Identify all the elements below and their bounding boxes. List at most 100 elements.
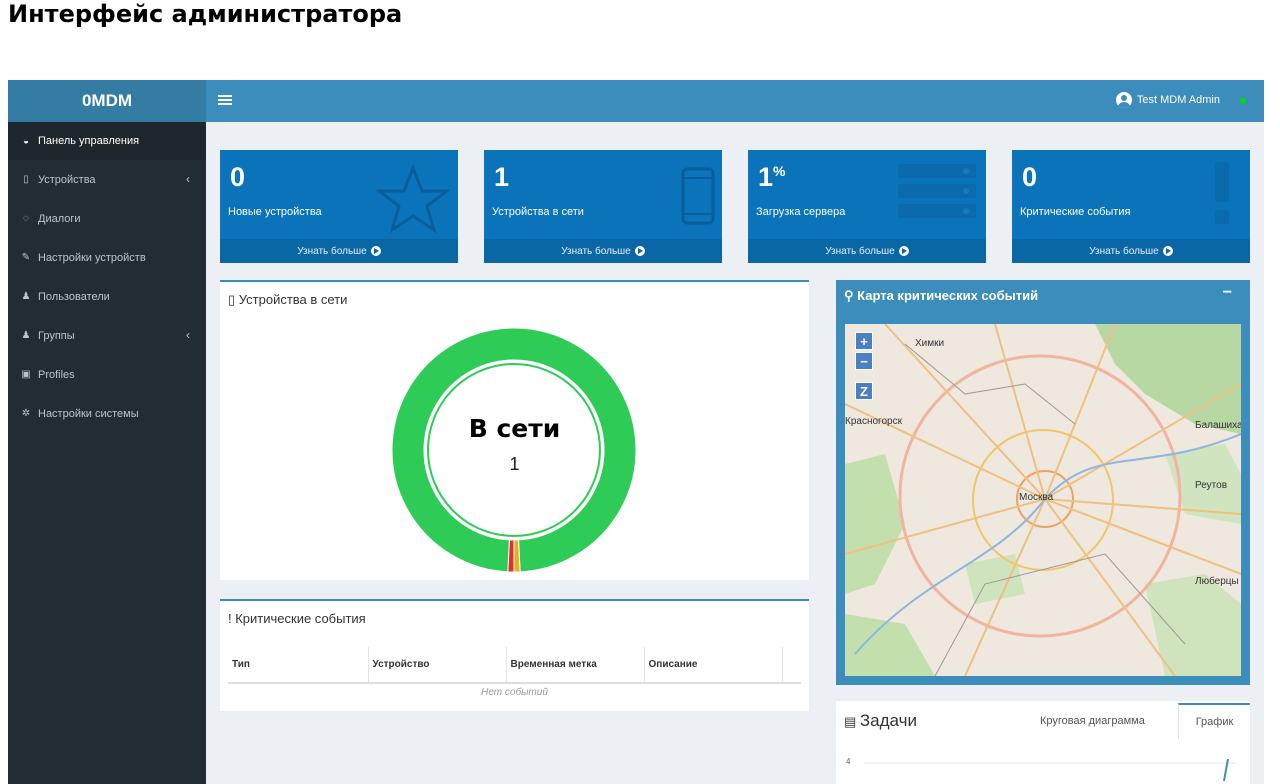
more-link-label: Узнать больше: [297, 245, 367, 257]
zoom-select-button[interactable]: Z: [855, 382, 873, 400]
more-link-label: Узнать больше: [1089, 245, 1159, 257]
sidebar-item-2[interactable]: ◌ Диалоги: [8, 199, 206, 238]
sidebar-item-7[interactable]: ✲ Настройки системы: [8, 394, 206, 433]
donut-center-label: В сети: [468, 414, 561, 443]
collapse-button[interactable]: −: [1223, 284, 1232, 302]
tasks-title: ▤ Задачи: [844, 711, 917, 731]
app-logo[interactable]: 0MDM: [8, 80, 206, 122]
sidebar-item-label: Profiles: [38, 368, 75, 381]
info-box-server-load: 1% Загрузка сервера Узнать больше: [748, 150, 986, 263]
dashboard-icon: ◒: [22, 135, 30, 147]
sidebar-item-label: Пользователи: [38, 290, 110, 303]
tab-pie-chart[interactable]: Круговая диаграмма: [1040, 715, 1145, 727]
server-icon: [898, 164, 976, 218]
user-circle-icon: [1115, 92, 1132, 108]
sidebar-item-4[interactable]: ♟ Пользователи: [8, 277, 206, 316]
map-label-moscow: Москва: [1019, 492, 1054, 503]
online-devices-label: Устройства в сети: [492, 206, 584, 218]
admin-app: 0MDM Test MDM Admin ◒ Панель управления ▯ У…: [8, 80, 1264, 784]
column-header-description[interactable]: Описание: [643, 647, 782, 684]
sidebar-item-label: Группы: [38, 329, 75, 342]
zoom-in-button[interactable]: +: [855, 332, 873, 350]
image-icon: ▣: [21, 369, 31, 380]
new-devices-label: Новые устройства: [228, 206, 322, 218]
map-label-khimki: Химки: [915, 338, 945, 349]
sidebar: ◒ Панель управления ▯ Устройства ‹ ◌ Диалоги ✎ Н…: [8, 122, 206, 784]
user-icon: ♟: [21, 291, 31, 302]
document-title: Интерфейс администратора: [8, 0, 403, 28]
column-header-extra: [781, 647, 801, 684]
column-header-timestamp[interactable]: Временная метка: [505, 647, 644, 684]
column-header-type[interactable]: Тип: [228, 647, 368, 684]
zoom-out-button[interactable]: −: [855, 352, 873, 370]
critical-events-panel: ! Критические события Тип Устройство Вре…: [220, 599, 809, 711]
tab-line-chart[interactable]: График: [1178, 703, 1250, 739]
star-icon: [376, 164, 450, 234]
map-panel-title: ⚲ Карта критических событий: [844, 288, 1039, 303]
sidebar-item-1[interactable]: ▯ Устройства ‹: [8, 160, 206, 199]
arrow-circle-right-icon: [1162, 246, 1173, 256]
map-label-balashikha: Балашиха: [1195, 420, 1241, 431]
sidebar-item-3[interactable]: ✎ Настройки устройств: [8, 238, 206, 277]
donut-center-count: 1: [509, 454, 520, 474]
list-icon: ▤: [844, 714, 860, 729]
donut-inner-ring: [427, 363, 601, 537]
comments-icon: ◌: [23, 213, 29, 224]
more-link-label: Узнать больше: [825, 245, 895, 257]
sidebar-item-6[interactable]: ▣ Profiles: [8, 355, 206, 394]
users-icon: ♟: [21, 330, 31, 341]
sidebar-item-label: Устройства: [38, 173, 96, 186]
exclamation-icon: [1215, 162, 1229, 224]
donut-slice-2[interactable]: [507, 539, 515, 573]
column-header-device[interactable]: Устройство: [367, 647, 506, 684]
donut-slice-1[interactable]: [513, 539, 521, 573]
mobile-icon: ▯: [23, 174, 29, 185]
info-box-critical-events: 0 Критические события Узнать больше: [1012, 150, 1250, 263]
percent-sign: %: [773, 163, 786, 179]
critical-events-map-panel: ⚲ Карта критических событий − + − Z Химк…: [836, 280, 1250, 685]
map-label-krasnogorsk: Красногорск: [845, 416, 902, 427]
map-label-reutov: Реутов: [1195, 480, 1228, 491]
edit-icon: ✎: [21, 252, 31, 263]
sidebar-item-label: Диалоги: [38, 212, 81, 225]
arrow-circle-right-icon: [634, 246, 645, 256]
user-name: Test MDM Admin: [1136, 94, 1220, 106]
sidebar-item-label: Настройки устройств: [38, 251, 146, 264]
arrow-circle-right-icon: [898, 246, 909, 256]
empty-table-message: Нет событий: [481, 687, 548, 698]
map-view[interactable]: + − Z Химки Москва Люберцы Красногорск Р…: [845, 324, 1241, 676]
info-box-online-devices: 1 Устройства в сети Узнать больше: [484, 150, 722, 263]
map-label-lyubertsy: Люберцы: [1195, 576, 1239, 587]
devices-online-panel: ▯ Устройства в сети В сети 1: [220, 280, 809, 580]
server-load-label: Загрузка сервера: [756, 206, 846, 218]
sidebar-item-5[interactable]: ♟ Группы ‹: [8, 316, 206, 355]
new-devices-more-link[interactable]: Узнать больше: [220, 239, 458, 263]
critical-events-title: ! Критические события: [228, 611, 366, 626]
more-link-label: Узнать больше: [561, 245, 631, 257]
sidebar-toggle-button[interactable]: [218, 93, 232, 107]
critical-events-value: 0: [1022, 162, 1038, 192]
online-devices-more-link[interactable]: Узнать больше: [484, 239, 722, 263]
user-menu[interactable]: Test MDM Admin: [1115, 92, 1220, 108]
events-table: Тип Устройство Временная метка Описание …: [228, 647, 801, 701]
online-status-dot: [1240, 98, 1246, 104]
tasks-line-chart: [864, 758, 1236, 782]
online-devices-value: 1: [494, 162, 510, 192]
chevron-left-icon: ‹: [186, 172, 190, 186]
sidebar-item-0[interactable]: ◒ Панель управления: [8, 122, 206, 160]
tasks-title-text: Задачи: [859, 711, 917, 730]
top-navbar: Test MDM Admin: [206, 80, 1264, 122]
critical-events-label: Критические события: [1020, 206, 1131, 218]
info-box-new-devices: 0 Новые устройства Узнать больше: [220, 150, 458, 263]
sidebar-item-label: Настройки системы: [38, 407, 139, 420]
tasks-panel: ▤ Задачи Круговая диаграмма График 4: [836, 701, 1250, 784]
arrow-circle-right-icon: [370, 246, 381, 256]
new-devices-value: 0: [230, 162, 246, 192]
server-load-more-link[interactable]: Узнать больше: [748, 239, 986, 263]
sidebar-item-label: Панель управления: [38, 135, 140, 147]
critical-events-more-link[interactable]: Узнать больше: [1012, 239, 1250, 263]
server-load-value: 1%: [758, 162, 786, 192]
gear-icon: ✲: [21, 408, 31, 419]
phone-icon: [681, 167, 715, 225]
chevron-left-icon: ‹: [186, 328, 190, 342]
